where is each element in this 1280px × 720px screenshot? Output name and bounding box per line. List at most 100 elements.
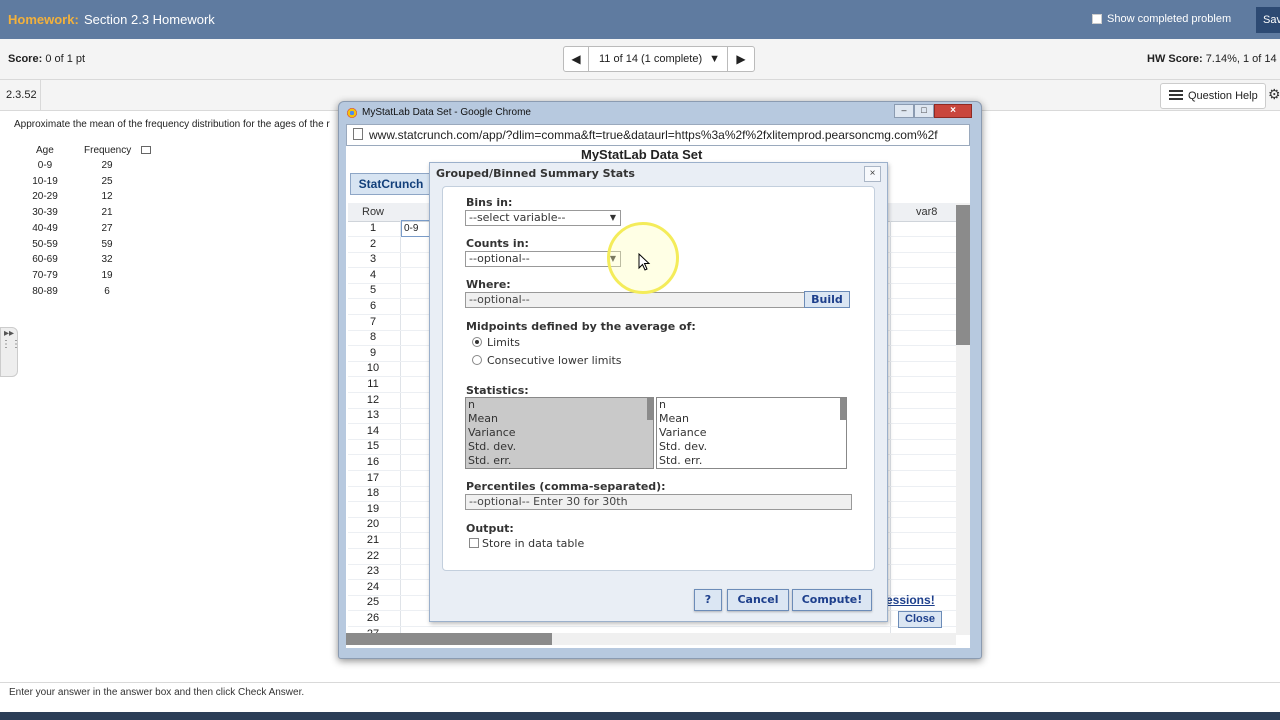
row-number[interactable]: 23 bbox=[356, 565, 390, 577]
scroll-thumb[interactable] bbox=[346, 633, 552, 645]
show-completed-toggle[interactable]: Show completed problem bbox=[1092, 13, 1231, 25]
list-item[interactable]: n bbox=[657, 398, 846, 412]
list-scrollbar[interactable] bbox=[840, 398, 846, 420]
counts-label: Counts in: bbox=[466, 237, 529, 250]
list-item[interactable]: Variance bbox=[466, 426, 653, 440]
list-item[interactable]: n bbox=[466, 398, 653, 412]
row-number[interactable]: 16 bbox=[356, 456, 390, 468]
copy-data-icon[interactable] bbox=[141, 146, 151, 154]
row-number[interactable]: 2 bbox=[356, 238, 390, 250]
horizontal-scrollbar[interactable] bbox=[346, 633, 956, 645]
row-number[interactable]: 1 bbox=[356, 222, 390, 234]
counts-select[interactable]: --optional-- ▼ bbox=[465, 251, 621, 267]
scroll-thumb[interactable] bbox=[956, 205, 970, 345]
maximize-button[interactable]: □ bbox=[914, 104, 934, 118]
window-close-button[interactable]: × bbox=[934, 104, 972, 118]
age-cell: 10-19 bbox=[32, 175, 58, 187]
limits-radio-label: Limits bbox=[487, 336, 520, 349]
midpoints-label: Midpoints defined by the average of: bbox=[466, 320, 696, 333]
frequency-cell: 32 bbox=[101, 254, 113, 266]
list-item[interactable]: Std. err. bbox=[466, 454, 653, 468]
question-help-button[interactable]: Question Help bbox=[1160, 83, 1266, 109]
list-scrollbar[interactable] bbox=[647, 398, 653, 420]
gear-icon[interactable]: ⚙ bbox=[1268, 86, 1280, 103]
bins-select-value: --select variable-- bbox=[469, 211, 566, 224]
store-in-data-table-label: Store in data table bbox=[482, 537, 585, 550]
row-number[interactable]: 12 bbox=[356, 394, 390, 406]
table-header-frequency: Frequency bbox=[84, 145, 132, 156]
dialog-close-icon[interactable]: × bbox=[864, 166, 881, 182]
store-in-data-table-checkbox[interactable] bbox=[469, 538, 479, 548]
age-cell: 30-39 bbox=[32, 207, 58, 219]
show-completed-checkbox[interactable] bbox=[1092, 14, 1102, 24]
list-item[interactable]: Mean bbox=[657, 412, 846, 426]
table-row: 20-29 12 bbox=[0, 191, 140, 207]
where-input[interactable]: --optional-- bbox=[465, 292, 805, 308]
row-column-header: Row bbox=[362, 206, 385, 218]
chrome-icon bbox=[347, 108, 357, 118]
compute-button[interactable]: Compute! bbox=[792, 589, 872, 611]
table-row: 30-39 21 bbox=[0, 207, 140, 223]
column-header-var8[interactable]: var8 bbox=[916, 206, 937, 218]
age-cell: 80-89 bbox=[32, 285, 58, 297]
consecutive-lower-limits-radio[interactable] bbox=[472, 355, 482, 365]
bins-select[interactable]: --select variable-- ▼ bbox=[465, 210, 621, 226]
limits-radio[interactable] bbox=[472, 337, 482, 347]
statcrunch-menu-button[interactable]: StatCrunch bbox=[350, 173, 432, 195]
list-item[interactable]: Mean bbox=[466, 412, 653, 426]
row-number[interactable]: 9 bbox=[356, 347, 390, 359]
row-number[interactable]: 20 bbox=[356, 518, 390, 530]
row-number[interactable]: 7 bbox=[356, 316, 390, 328]
cancel-button[interactable]: Cancel bbox=[727, 589, 789, 611]
frequency-cell: 6 bbox=[104, 285, 110, 297]
row-number[interactable]: 5 bbox=[356, 284, 390, 296]
row-number[interactable]: 3 bbox=[356, 253, 390, 265]
list-item[interactable]: Std. err. bbox=[657, 454, 846, 468]
vertical-scrollbar[interactable] bbox=[956, 203, 970, 635]
close-button[interactable]: Close bbox=[898, 611, 942, 628]
minimize-button[interactable]: – bbox=[894, 104, 914, 118]
save-button[interactable]: Sav bbox=[1256, 7, 1280, 33]
table-row: 10-19 25 bbox=[0, 176, 140, 192]
side-panel-handle[interactable]: ▸▸ ⋮⋮ bbox=[0, 327, 21, 377]
chrome-window-title: MyStatLab Data Set - Google Chrome bbox=[362, 107, 531, 118]
frequency-cell: 12 bbox=[101, 191, 113, 203]
output-label: Output: bbox=[466, 522, 514, 535]
row-number[interactable]: 22 bbox=[356, 550, 390, 562]
list-item[interactable]: Std. dev. bbox=[657, 440, 846, 454]
row-number[interactable]: 13 bbox=[356, 409, 390, 421]
previous-question-button[interactable]: ◀ bbox=[563, 46, 589, 72]
row-number[interactable]: 6 bbox=[356, 300, 390, 312]
row-number[interactable]: 15 bbox=[356, 440, 390, 452]
row-number[interactable]: 24 bbox=[356, 581, 390, 593]
row-number[interactable]: 26 bbox=[356, 612, 390, 624]
question-selector[interactable]: 11 of 14 (1 complete) ▼ bbox=[588, 46, 728, 72]
percentiles-input[interactable]: --optional-- Enter 30 for 30th bbox=[465, 494, 852, 510]
list-item[interactable]: Variance bbox=[657, 426, 846, 440]
row-number[interactable]: 25 bbox=[356, 596, 390, 608]
address-bar[interactable]: www.statcrunch.com/app/?dlim=comma&ft=tr… bbox=[346, 124, 970, 146]
row-number[interactable]: 18 bbox=[356, 487, 390, 499]
page-title: MyStatLab Data Set bbox=[581, 147, 703, 161]
dropdown-arrow-icon: ▼ bbox=[609, 213, 616, 222]
age-cell: 0-9 bbox=[37, 160, 53, 171]
table-row: 60-69 32 bbox=[0, 254, 140, 270]
help-button[interactable]: ? bbox=[694, 589, 722, 611]
next-question-button[interactable]: ▶ bbox=[727, 46, 755, 72]
list-item[interactable]: Std. dev. bbox=[466, 440, 653, 454]
homework-title: Section 2.3 Homework bbox=[84, 12, 215, 27]
statistics-selected-list[interactable]: n Mean Variance Std. dev. Std. err. bbox=[656, 397, 847, 469]
row-number[interactable]: 19 bbox=[356, 503, 390, 515]
build-button[interactable]: Build bbox=[804, 291, 850, 308]
row-number[interactable]: 10 bbox=[356, 362, 390, 374]
row-number[interactable]: 21 bbox=[356, 534, 390, 546]
question-help-label: Question Help bbox=[1188, 90, 1258, 102]
row-number[interactable]: 4 bbox=[356, 269, 390, 281]
row-number[interactable]: 14 bbox=[356, 425, 390, 437]
row-number[interactable]: 8 bbox=[356, 331, 390, 343]
row-number[interactable]: 11 bbox=[356, 378, 390, 390]
statistics-available-list[interactable]: n Mean Variance Std. dev. Std. err. bbox=[465, 397, 654, 469]
sessions-link[interactable]: essions! bbox=[886, 593, 935, 607]
dialog-title: Grouped/Binned Summary Stats bbox=[436, 167, 635, 180]
row-number[interactable]: 17 bbox=[356, 472, 390, 484]
